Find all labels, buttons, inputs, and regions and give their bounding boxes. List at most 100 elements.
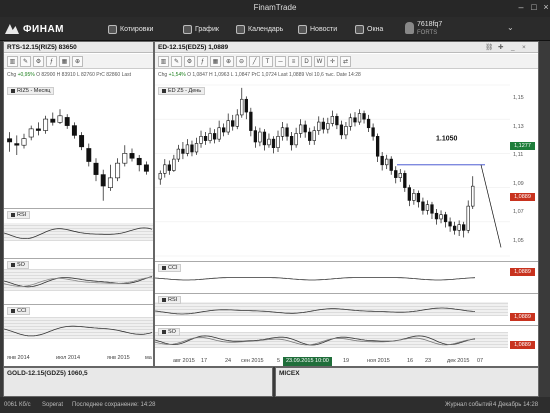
main-candle[interactable]: [471, 185, 475, 207]
account-block[interactable]: 7618fq7 FORTS: [405, 20, 442, 38]
settings-gear-icon[interactable]: ⚙: [184, 55, 195, 67]
left-legend[interactable]: RIZ5 - Месяц: [7, 87, 55, 95]
indicator-button[interactable]: ƒ: [197, 55, 208, 67]
main-candle[interactable]: [176, 148, 181, 160]
menu-news[interactable]: Новости: [298, 22, 337, 36]
draw-tool-button[interactable]: ✎: [171, 55, 182, 67]
main-rsi-label[interactable]: RSI: [158, 296, 182, 304]
left-candle[interactable]: [50, 118, 56, 123]
main-candle[interactable]: [222, 127, 226, 133]
event-log-link[interactable]: Журнал событий: [445, 397, 492, 413]
zoom-button[interactable]: ⊕: [72, 55, 83, 67]
main-candle[interactable]: [303, 124, 307, 133]
main-candle[interactable]: [226, 120, 230, 133]
menu-calendar[interactable]: Календарь: [236, 22, 283, 36]
zoom-out-button[interactable]: ⊖: [236, 55, 247, 67]
grid-button[interactable]: ▦: [210, 55, 221, 67]
draw-tool-button[interactable]: ✎: [20, 55, 31, 67]
main-candle[interactable]: [389, 158, 393, 171]
main-candle[interactable]: [362, 113, 366, 120]
menu-windows[interactable]: Окна: [355, 22, 383, 36]
main-candle[interactable]: [339, 124, 344, 136]
left-candle[interactable]: [35, 128, 41, 131]
main-candle[interactable]: [326, 123, 330, 130]
main-candle[interactable]: [280, 127, 285, 137]
left-candle[interactable]: [28, 128, 34, 138]
main-candle[interactable]: [208, 133, 212, 141]
main-candle[interactable]: [321, 121, 325, 130]
main-candle[interactable]: [385, 158, 389, 166]
chevron-down-icon[interactable]: ⌄: [507, 23, 514, 32]
main-candle[interactable]: [235, 114, 239, 127]
main-candle[interactable]: [317, 121, 321, 131]
main-candle[interactable]: [249, 111, 253, 131]
main-candle[interactable]: [267, 138, 271, 146]
main-candle[interactable]: [366, 118, 371, 129]
main-candle[interactable]: [344, 126, 348, 136]
main-candle[interactable]: [308, 131, 312, 141]
main-candle[interactable]: [452, 225, 457, 231]
main-candle[interactable]: [380, 155, 384, 166]
left-candle[interactable]: [21, 138, 27, 146]
left-candle[interactable]: [57, 115, 63, 123]
main-candle[interactable]: [421, 201, 425, 211]
main-candle[interactable]: [434, 212, 439, 220]
main-candle[interactable]: [185, 144, 190, 154]
main-candle[interactable]: [425, 204, 430, 211]
main-candle[interactable]: [443, 214, 448, 223]
main-candle[interactable]: [416, 193, 421, 203]
main-candle[interactable]: [294, 133, 298, 146]
period-d-button[interactable]: D: [301, 55, 312, 67]
left-candle[interactable]: [122, 153, 128, 164]
menu-quotes[interactable]: Котировки: [108, 22, 153, 36]
main-candle[interactable]: [190, 144, 194, 153]
left-candle[interactable]: [14, 143, 20, 146]
main-candle[interactable]: [289, 135, 294, 146]
main-candle[interactable]: [244, 98, 248, 113]
grid-button[interactable]: ▦: [59, 55, 70, 67]
chart-type-button[interactable]: ▥: [158, 55, 169, 67]
main-candle[interactable]: [158, 173, 162, 180]
main-candle[interactable]: [412, 193, 416, 201]
left-candle[interactable]: [107, 177, 113, 188]
panel-link-icon[interactable]: ⛓: [485, 42, 493, 53]
left-candle[interactable]: [93, 162, 99, 175]
indicator-button[interactable]: ƒ: [46, 55, 57, 67]
line-tool-button[interactable]: ╱: [249, 55, 260, 67]
left-candle[interactable]: [100, 174, 106, 187]
main-candle[interactable]: [357, 113, 362, 123]
main-candle[interactable]: [439, 214, 443, 220]
left-candle[interactable]: [143, 164, 149, 172]
main-candle[interactable]: [457, 224, 461, 231]
left-candle[interactable]: [136, 157, 142, 166]
projection-line[interactable]: [480, 164, 502, 248]
left-candle[interactable]: [86, 148, 92, 162]
main-candle[interactable]: [375, 135, 380, 157]
main-candle[interactable]: [448, 221, 452, 227]
main-so-label[interactable]: SO: [158, 328, 180, 336]
main-candle[interactable]: [194, 143, 199, 153]
main-candle[interactable]: [271, 138, 276, 149]
main-candle[interactable]: [348, 117, 353, 127]
panel-pin-icon[interactable]: ✚: [498, 42, 503, 53]
main-candle[interactable]: [258, 131, 262, 143]
maximize-button[interactable]: □: [528, 2, 540, 13]
minimize-button[interactable]: –: [515, 2, 527, 13]
main-candle[interactable]: [163, 164, 167, 174]
main-candle[interactable]: [398, 173, 402, 178]
main-candle[interactable]: [330, 116, 335, 124]
main-candle[interactable]: [394, 170, 398, 178]
main-candle[interactable]: [167, 164, 171, 171]
settings-gear-icon[interactable]: ⚙: [33, 55, 44, 67]
left-rsi-label[interactable]: RSI: [7, 211, 31, 219]
main-candle[interactable]: [181, 148, 185, 154]
left-candle[interactable]: [64, 117, 70, 126]
close-button[interactable]: ×: [540, 2, 550, 13]
main-candle[interactable]: [462, 224, 466, 231]
main-candle[interactable]: [312, 130, 316, 141]
text-tool-button[interactable]: T: [262, 55, 273, 67]
main-candle[interactable]: [285, 127, 289, 137]
main-cci-label[interactable]: CCI: [158, 264, 182, 272]
crosshair-button[interactable]: ✛: [327, 55, 338, 67]
main-candle[interactable]: [253, 130, 258, 143]
